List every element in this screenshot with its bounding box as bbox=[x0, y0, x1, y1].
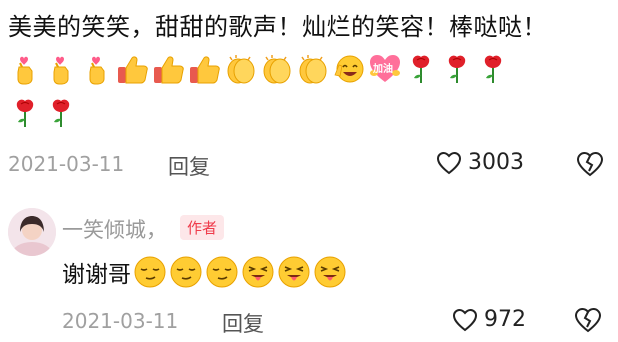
tongue-wink-face-icon bbox=[241, 255, 275, 289]
thumbs-up-icon bbox=[152, 52, 186, 86]
clapping-hands-icon bbox=[296, 52, 330, 86]
reply-like-button[interactable]: 972 bbox=[452, 307, 526, 332]
smirk-face-icon bbox=[133, 255, 167, 289]
comment-like-count: 3003 bbox=[468, 150, 524, 175]
thumbs-up-icon bbox=[116, 52, 150, 86]
author-badge: 作者 bbox=[180, 215, 225, 240]
comment-reply-button[interactable]: 回复 bbox=[168, 151, 210, 181]
reply-author-name[interactable]: 一笑倾城， bbox=[62, 214, 167, 244]
reply-reply-button[interactable]: 回复 bbox=[222, 308, 264, 338]
smirk-face-icon bbox=[169, 255, 203, 289]
reply-dislike-button[interactable] bbox=[574, 307, 602, 337]
comment-like-button[interactable]: 3003 bbox=[436, 150, 524, 175]
heart-outline-icon bbox=[436, 151, 462, 174]
rose-icon bbox=[476, 52, 510, 86]
rose-icon bbox=[404, 52, 438, 86]
rose-icon bbox=[44, 96, 78, 130]
clapping-hands-icon bbox=[224, 52, 258, 86]
thumbs-up-icon bbox=[188, 52, 222, 86]
smirk-face-icon bbox=[205, 255, 239, 289]
reply-content: 谢谢哥 bbox=[62, 255, 347, 289]
cheer-heart-icon: 加油 bbox=[368, 52, 402, 86]
rose-icon bbox=[8, 96, 42, 130]
tongue-wink-face-icon bbox=[313, 255, 347, 289]
reply-like-count: 972 bbox=[484, 307, 526, 332]
comment-date: 2021-03-11 bbox=[8, 152, 125, 176]
heart-outline-icon bbox=[452, 308, 478, 331]
reply-date: 2021-03-11 bbox=[62, 309, 179, 333]
grinning-victory-icon bbox=[332, 52, 366, 86]
rose-icon bbox=[440, 52, 474, 86]
tongue-wink-face-icon bbox=[277, 255, 311, 289]
comment-text: 美美的笑笑，甜甜的歌声！灿烂的笑容！棒哒哒！ bbox=[8, 13, 547, 41]
finger-heart-icon bbox=[80, 52, 114, 86]
emoji-row-2 bbox=[8, 96, 78, 130]
comment-dislike-button[interactable] bbox=[576, 151, 604, 181]
clapping-hands-icon bbox=[260, 52, 294, 86]
cheer-label: 加油 bbox=[373, 64, 393, 75]
broken-heart-icon bbox=[576, 151, 604, 177]
avatar[interactable] bbox=[8, 208, 56, 256]
emoji-row-1: 加油 bbox=[8, 52, 510, 86]
finger-heart-icon bbox=[44, 52, 78, 86]
finger-heart-icon bbox=[8, 52, 42, 86]
reply-text: 谢谢哥 bbox=[62, 262, 131, 288]
broken-heart-icon bbox=[574, 307, 602, 333]
